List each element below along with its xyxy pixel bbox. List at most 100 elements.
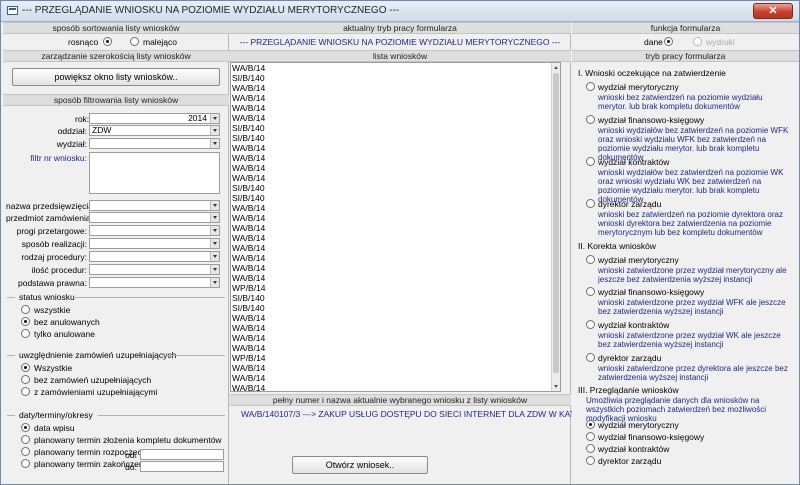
s3-director-radio[interactable]	[586, 456, 595, 465]
list-item[interactable]: WA/B/14	[231, 93, 560, 103]
list-item[interactable]: SI/B/140	[231, 133, 560, 143]
chevron-down-icon[interactable]	[210, 278, 219, 287]
open-request-button[interactable]: Otwórz wniosek..	[292, 456, 428, 474]
list-item[interactable]: WA/B/14	[231, 113, 560, 123]
s1-option-label: wydział merytoryczny	[598, 82, 679, 92]
supp-all-radio[interactable]	[21, 363, 30, 372]
list-item-number: WA/B/14	[232, 363, 266, 373]
filter-nr-input[interactable]	[89, 152, 220, 194]
chevron-down-icon[interactable]	[210, 226, 219, 235]
date-to-input[interactable]	[140, 461, 224, 472]
list-item[interactable]: WA/B/14	[231, 213, 560, 223]
order-subject-combo[interactable]	[89, 212, 220, 223]
date-entry-radio[interactable]	[21, 423, 30, 432]
list-item[interactable]: WP/B/14	[231, 353, 560, 363]
realization-method-combo[interactable]	[89, 238, 220, 249]
list-item-number: WA/B/14	[232, 373, 266, 383]
chevron-down-icon[interactable]	[210, 201, 219, 210]
list-item[interactable]: SI/B/140	[231, 303, 560, 313]
list-item[interactable]: WA/B/14	[231, 83, 560, 93]
list-item[interactable]: WA/B/14	[231, 363, 560, 373]
list-item[interactable]: WA/B/14	[231, 163, 560, 173]
date-docs-radio[interactable]	[21, 435, 30, 444]
sort-asc-radio[interactable]	[103, 37, 112, 46]
list-item[interactable]: WA/B/14	[231, 103, 560, 113]
date-end-radio[interactable]	[21, 459, 30, 468]
legal-basis-combo[interactable]	[89, 277, 220, 288]
s2-contracts-radio[interactable]	[586, 320, 595, 329]
list-item-number: WP/B/14	[232, 353, 266, 363]
tender-threshold-combo[interactable]	[89, 225, 220, 236]
list-item[interactable]: WA/B/14	[231, 313, 560, 323]
supp-with-radio[interactable]	[21, 387, 30, 396]
list-item[interactable]: SI/B/140	[231, 73, 560, 83]
status-cancelled-only-radio[interactable]	[21, 329, 30, 338]
chevron-down-icon[interactable]	[210, 213, 219, 222]
dept-combo[interactable]: ZDW	[89, 125, 220, 136]
enlarge-list-button[interactable]: powiększ okno listy wniosków..	[12, 68, 220, 86]
list-item[interactable]: WA/B/14	[231, 323, 560, 333]
s1-merit-radio[interactable]	[586, 82, 595, 91]
list-item[interactable]: WA/B/14	[231, 233, 560, 243]
s1-finance-radio[interactable]	[586, 115, 595, 124]
s2-merit-radio[interactable]	[586, 255, 595, 264]
date-start-radio[interactable]	[21, 447, 30, 456]
chevron-down-icon[interactable]	[210, 252, 219, 261]
list-item[interactable]: WA/B/14	[231, 373, 560, 383]
list-item[interactable]: WA/B/14	[231, 153, 560, 163]
chevron-down-icon[interactable]	[210, 239, 219, 248]
list-item[interactable]: SI/B/140	[231, 123, 560, 133]
s2-finance-radio[interactable]	[586, 287, 595, 296]
list-item[interactable]: WA/B/14	[231, 173, 560, 183]
middle-panel: aktualny tryb pracy formularza --- PRZEG…	[229, 22, 618, 484]
list-item[interactable]: WA/B/14	[231, 343, 560, 353]
project-name-combo[interactable]	[89, 200, 220, 211]
func-print-radio[interactable]	[693, 37, 702, 46]
status-no-cancelled-radio[interactable]	[21, 317, 30, 326]
procedure-count-combo[interactable]	[89, 264, 220, 275]
scroll-up-icon[interactable]	[552, 63, 560, 72]
combo-label: nazwa przedsięwzięcia:	[6, 201, 96, 211]
list-item[interactable]: WP/B/14	[231, 283, 560, 293]
s3-merit-radio[interactable]	[586, 420, 595, 429]
list-item-number: WA/B/14	[232, 63, 266, 73]
chevron-down-icon[interactable]	[210, 114, 219, 123]
scroll-down-icon[interactable]	[552, 382, 560, 391]
division-combo[interactable]	[89, 138, 220, 149]
list-item[interactable]: SI/B/140	[231, 193, 560, 203]
s1-director-radio[interactable]	[586, 199, 595, 208]
list-item[interactable]: WA/B/14	[231, 243, 560, 253]
chevron-down-icon[interactable]	[210, 126, 219, 135]
close-button[interactable]: ✕	[753, 3, 793, 19]
year-combo[interactable]: 2014	[89, 113, 220, 124]
list-item[interactable]: WA/B/14	[231, 273, 560, 283]
list-rows: WA/B/14 SI/B/140 WA/B/14 WA/B/14 WA/B/14 WA/B…	[231, 63, 560, 391]
s3-contracts-radio[interactable]	[586, 444, 595, 453]
s2-director-radio[interactable]	[586, 353, 595, 362]
s1-contracts-radio[interactable]	[586, 157, 595, 166]
supp-without-radio[interactable]	[21, 375, 30, 384]
list-item[interactable]: WA/B/14	[231, 383, 560, 391]
list-item[interactable]: WA/B/14	[231, 203, 560, 213]
list-item[interactable]: WA/B/14	[231, 143, 560, 153]
scroll-thumb[interactable]	[553, 73, 559, 373]
request-listbox[interactable]: WA/B/14 SI/B/140 WA/B/14 WA/B/14 WA/B/14 WA/B…	[230, 62, 561, 392]
sort-desc-radio[interactable]	[130, 37, 139, 46]
chevron-down-icon[interactable]	[210, 265, 219, 274]
procedure-type-combo[interactable]	[89, 251, 220, 262]
title-bar[interactable]: --- PRZEGLĄDANIE WNIOSKU NA POZIOMIE WYD…	[1, 1, 799, 22]
list-item-number: WA/B/14	[232, 333, 266, 343]
list-item[interactable]: WA/B/14	[231, 263, 560, 273]
list-item[interactable]: WA/B/14	[231, 63, 560, 73]
list-item[interactable]: WA/B/14	[231, 253, 560, 263]
date-from-input[interactable]	[140, 449, 224, 460]
list-item[interactable]: WA/B/14	[231, 333, 560, 343]
list-item[interactable]: SI/B/140	[231, 183, 560, 193]
list-item[interactable]: WA/B/14	[231, 223, 560, 233]
list-scrollbar[interactable]	[551, 63, 560, 391]
status-all-radio[interactable]	[21, 305, 30, 314]
s3-finance-radio[interactable]	[586, 432, 595, 441]
list-item[interactable]: SI/B/140	[231, 293, 560, 303]
chevron-down-icon[interactable]	[210, 139, 219, 148]
func-data-radio[interactable]	[664, 37, 673, 46]
